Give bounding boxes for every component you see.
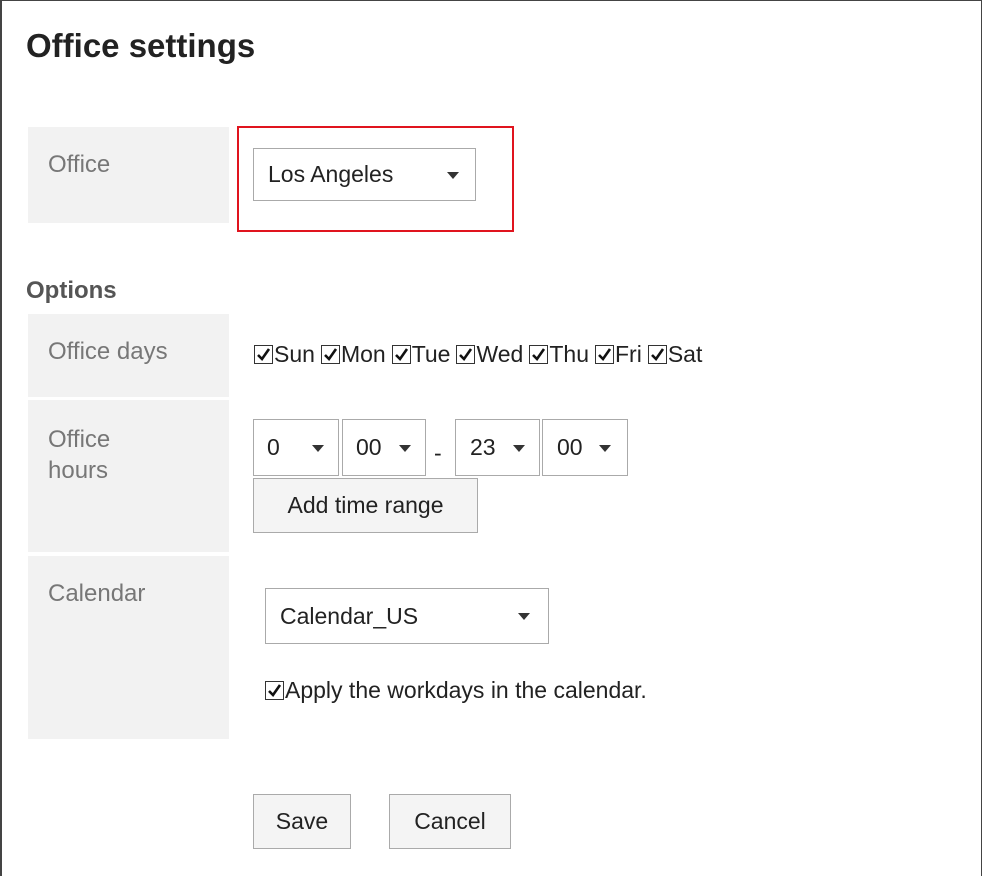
page-title: Office settings [26, 27, 256, 64]
end-minute-value: 00 [557, 434, 583, 460]
calendar-select[interactable]: Calendar_US [265, 588, 549, 644]
chevron-down-icon [599, 444, 611, 452]
options-heading: Options [26, 277, 117, 304]
day-checkbox-mon[interactable]: Mon [320, 341, 386, 368]
office-hours-label-line2: hours [48, 457, 109, 484]
calendar-label-cell: Calendar [28, 556, 229, 739]
start-minute-select[interactable]: 00 [342, 419, 426, 476]
checkbox-checked-icon[interactable] [647, 345, 667, 364]
office-hours-label-line1: Office [48, 426, 111, 453]
day-checkbox-wed[interactable]: Wed [456, 341, 523, 368]
day-label: Wed [476, 341, 524, 367]
checkbox-checked-icon[interactable] [254, 345, 273, 364]
office-days-label: Office days [48, 338, 168, 365]
checkbox-checked-icon[interactable] [265, 681, 284, 700]
checkbox-checked-icon[interactable] [595, 345, 614, 364]
start-hour-value: 0 [267, 434, 280, 460]
calendar-select-value: Calendar_US [280, 602, 419, 629]
office-days-label-cell: Office days [28, 314, 229, 397]
chevron-down-icon [518, 613, 530, 620]
day-checkbox-thu[interactable]: Thu [529, 341, 589, 368]
chevron-down-icon [312, 444, 324, 452]
checkbox-checked-icon[interactable] [529, 345, 549, 364]
office-hours-label-cell: Office hours [28, 400, 229, 552]
office-label-cell: Office [28, 127, 229, 223]
time-range-separator: - [434, 440, 442, 466]
day-checkbox-sun[interactable]: Sun [254, 341, 315, 368]
office-select[interactable]: Los Angeles [253, 148, 476, 201]
day-label: Sat [667, 341, 703, 367]
office-days-checkboxes: Sun Mon Tue Wed Thu Fri Sat [254, 341, 708, 368]
chevron-down-icon [399, 444, 411, 452]
end-minute-select[interactable]: 00 [542, 419, 628, 476]
checkbox-checked-icon[interactable] [391, 345, 411, 364]
day-label: Sun [274, 341, 315, 367]
office-select-value: Los Angeles [268, 161, 394, 187]
start-hour-select[interactable]: 0 [253, 419, 339, 476]
chevron-down-icon [447, 171, 459, 179]
add-time-range-button[interactable]: Add time range [253, 478, 478, 533]
day-label: Mon [340, 341, 386, 367]
save-button[interactable]: Save [253, 794, 351, 849]
apply-workdays-checkbox[interactable]: Apply the workdays in the calendar. [265, 677, 647, 704]
chevron-down-icon [513, 444, 525, 452]
end-hour-select[interactable]: 23 [455, 419, 540, 476]
start-minute-value: 00 [356, 434, 382, 460]
office-label: Office [48, 151, 111, 178]
day-label: Tue [411, 341, 451, 367]
day-checkbox-tue[interactable]: Tue [391, 341, 451, 368]
day-label: Thu [549, 341, 589, 367]
day-checkbox-fri[interactable]: Fri [595, 341, 642, 368]
end-hour-value: 23 [470, 434, 496, 460]
day-label: Fri [615, 341, 642, 367]
cancel-button[interactable]: Cancel [389, 794, 511, 849]
calendar-label: Calendar [48, 580, 146, 607]
apply-workdays-label: Apply the workdays in the calendar. [285, 677, 647, 703]
day-checkbox-sat[interactable]: Sat [647, 341, 703, 368]
checkbox-checked-icon[interactable] [320, 345, 340, 364]
settings-panel: Office settings Office Los Angeles Optio… [0, 0, 982, 876]
checkbox-checked-icon[interactable] [456, 345, 476, 364]
